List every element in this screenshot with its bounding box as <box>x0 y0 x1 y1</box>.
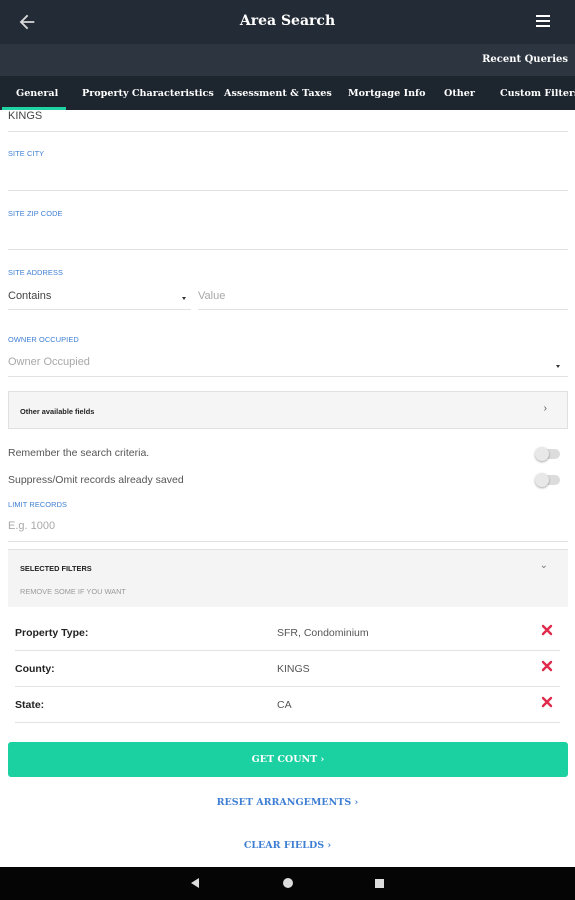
site-address-label: SITE ADDRESS <box>8 268 64 277</box>
dropdown-caret-icon <box>182 297 186 300</box>
filter-value: KINGS <box>277 663 310 675</box>
sub-header: Recent Queries <box>0 44 575 76</box>
tab-bar: General Property Characteristics Assessm… <box>0 76 575 110</box>
divider <box>8 541 568 542</box>
system-nav-bar <box>0 867 575 900</box>
site-address-operator-select[interactable]: Contains <box>8 290 51 302</box>
limit-records-input[interactable]: E.g. 1000 <box>8 520 55 532</box>
tab-general[interactable]: General <box>16 88 58 99</box>
remember-criteria-label: Remember the search criteria. <box>8 447 150 459</box>
recent-queries-link[interactable]: Recent Queries <box>482 54 568 65</box>
county-field[interactable]: KINGS <box>8 110 42 122</box>
remove-filter-icon[interactable] <box>541 624 553 636</box>
get-count-button[interactable]: GET COUNT › <box>8 742 568 777</box>
tab-mortgage-info[interactable]: Mortgage Info <box>348 88 426 99</box>
tab-other[interactable]: Other <box>444 88 475 99</box>
site-city-label: SITE CITY <box>8 149 45 158</box>
filter-row: County: KINGS <box>15 651 560 687</box>
divider <box>8 376 568 377</box>
owner-occupied-select[interactable]: Owner Occupied <box>8 356 90 368</box>
suppress-saved-toggle[interactable] <box>535 473 560 487</box>
filter-key: County: <box>15 663 55 675</box>
owner-occupied-label: OWNER OCCUPIED <box>8 335 79 344</box>
suppress-saved-label: Suppress/Omit records already saved <box>8 474 184 486</box>
tab-custom-filters[interactable]: Custom Filters <box>500 88 575 99</box>
filter-row: State: CA <box>15 687 560 723</box>
hamburger-menu-icon[interactable] <box>536 15 550 28</box>
dropdown-caret-icon <box>556 365 560 368</box>
selected-filters-header[interactable]: SELECTED FILTERS REMOVE SOME IF YOU WANT… <box>8 549 568 607</box>
nav-home-icon[interactable] <box>283 878 293 888</box>
tab-assessment-taxes[interactable]: Assessment & Taxes <box>224 88 332 99</box>
remember-criteria-toggle[interactable] <box>535 447 560 461</box>
site-zip-label: SITE ZIP CODE <box>8 209 63 218</box>
divider <box>8 131 568 132</box>
reset-arrangements-link[interactable]: RESET ARRANGEMENTS › <box>0 797 575 808</box>
site-zip-input[interactable] <box>8 249 568 250</box>
tab-property-characteristics[interactable]: Property Characteristics <box>82 88 214 99</box>
filter-key: State: <box>15 699 45 711</box>
divider <box>198 309 568 310</box>
filter-key: Property Type: <box>15 627 89 639</box>
filter-row: Property Type: SFR, Condominium <box>15 615 560 651</box>
filter-value: CA <box>277 699 292 711</box>
selected-filters-subtitle: REMOVE SOME IF YOU WANT <box>20 587 126 596</box>
nav-recents-icon[interactable] <box>375 879 384 888</box>
other-fields-label: Other available fields <box>20 407 95 416</box>
site-city-input[interactable] <box>8 190 568 191</box>
clear-fields-link[interactable]: CLEAR FIELDS › <box>0 840 575 851</box>
page-title: Area Search <box>239 13 336 29</box>
app-bar: Area Search <box>0 0 575 44</box>
chevron-down-icon: ⌄ <box>539 560 548 571</box>
remove-filter-icon[interactable] <box>541 696 553 708</box>
other-fields-expander[interactable]: Other available fields › <box>8 391 568 429</box>
nav-back-icon[interactable] <box>191 878 199 888</box>
selected-filters-title: SELECTED FILTERS <box>20 564 92 573</box>
divider <box>8 309 191 310</box>
limit-records-label: LIMIT RECORDS <box>8 500 68 509</box>
site-address-value-input[interactable]: Value <box>198 290 225 302</box>
filter-value: SFR, Condominium <box>277 627 369 639</box>
chevron-right-icon: › <box>543 403 547 414</box>
remove-filter-icon[interactable] <box>541 660 553 672</box>
